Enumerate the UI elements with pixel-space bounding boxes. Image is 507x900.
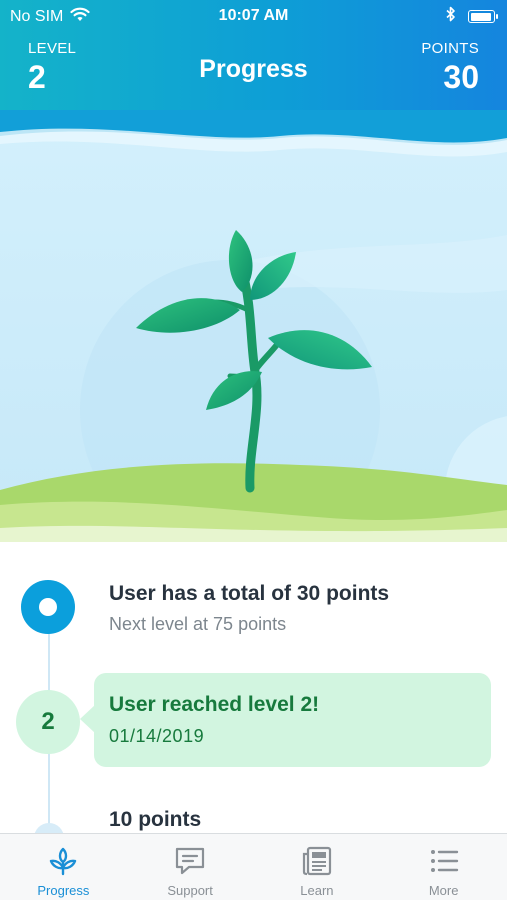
plant-scene-svg bbox=[0, 110, 507, 564]
sprout-icon bbox=[50, 847, 77, 876]
tab-label: Progress bbox=[37, 883, 90, 898]
status-right bbox=[446, 6, 498, 27]
level-card-title: User reached level 2! bbox=[109, 693, 320, 716]
level-badge: 2 bbox=[16, 690, 80, 754]
timeline-item-title: User has a total of 30 points bbox=[109, 582, 390, 605]
bluetooth-icon bbox=[446, 6, 456, 27]
tab-support[interactable]: Support bbox=[127, 834, 254, 900]
tab-learn[interactable]: Learn bbox=[254, 834, 381, 900]
progress-timeline: User has a total of 30 points Next level… bbox=[0, 555, 507, 853]
list-icon bbox=[430, 850, 458, 872]
tab-progress[interactable]: Progress bbox=[0, 834, 127, 900]
tab-label: More bbox=[428, 883, 459, 898]
newspaper-icon bbox=[302, 846, 331, 876]
points-value: 30 bbox=[443, 59, 479, 95]
chat-bubble-icon bbox=[176, 847, 205, 875]
battery-icon bbox=[468, 10, 498, 23]
level-reached-card[interactable]: User reached level 2! 01/14/2019 bbox=[80, 673, 491, 767]
tab-label: Support bbox=[167, 883, 213, 898]
timeline-item-points-earned[interactable]: 10 points bbox=[109, 808, 201, 832]
tab-more[interactable]: More bbox=[380, 834, 507, 900]
timeline-item-points[interactable]: User has a total of 30 points Next level… bbox=[109, 582, 389, 635]
progress-screen: No SIM 10:07 AM LEVEL 2 Progress POINTS … bbox=[0, 0, 507, 900]
level-card-date: 01/14/2019 bbox=[109, 726, 205, 746]
timeline-item-subtitle: Next level at 75 points bbox=[109, 614, 287, 634]
tab-label: Learn bbox=[300, 883, 334, 898]
points-node-icon bbox=[21, 580, 75, 634]
status-bar: No SIM 10:07 AM bbox=[0, 0, 507, 32]
points-box: POINTS 30 bbox=[421, 40, 479, 96]
plant-illustration bbox=[0, 110, 507, 564]
tab-bar: Progress Support Learn More bbox=[0, 833, 507, 900]
points-label: POINTS bbox=[421, 40, 479, 57]
status-time: 10:07 AM bbox=[218, 7, 289, 24]
timeline-item-title: 10 points bbox=[109, 808, 202, 831]
